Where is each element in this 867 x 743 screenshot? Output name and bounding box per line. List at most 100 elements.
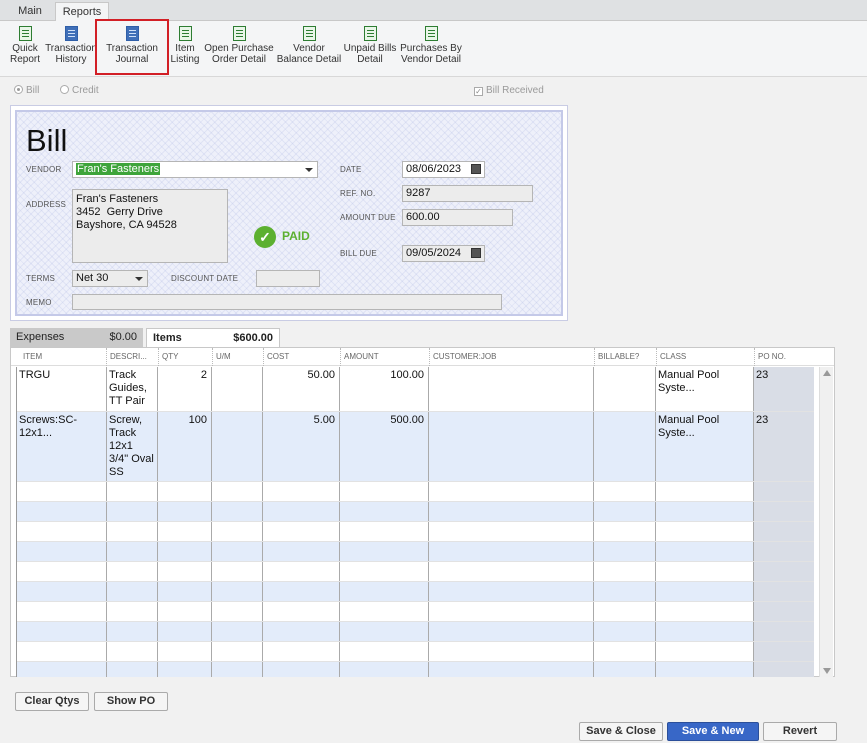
cell-cost[interactable] [263, 482, 340, 501]
cell-desc[interactable]: Screw, Track 12x1 3/4" Oval SS [107, 412, 158, 481]
cell-item[interactable] [17, 582, 107, 601]
bill-due-field[interactable]: 09/05/2024 [402, 245, 485, 262]
memo-field[interactable] [72, 294, 502, 310]
grid-scrollbar[interactable] [819, 367, 833, 677]
cell-qty[interactable] [158, 642, 212, 661]
cell-billable[interactable] [594, 562, 656, 581]
vendor-balance-detail-button[interactable]: Vendor Balance Detail [276, 24, 342, 72]
table-row[interactable] [17, 562, 814, 582]
cell-billable[interactable] [594, 602, 656, 621]
tab-items[interactable]: Items $600.00 [146, 328, 280, 348]
cell-um[interactable] [212, 542, 263, 561]
cell-amount[interactable]: 100.00 [340, 367, 429, 411]
table-row[interactable] [17, 622, 814, 642]
address-field[interactable]: Fran's Fasteners 3452 Gerry Drive Baysho… [72, 189, 228, 263]
cell-item[interactable] [17, 542, 107, 561]
cell-billable[interactable] [594, 542, 656, 561]
table-row[interactable] [17, 482, 814, 502]
cell-billable[interactable] [594, 622, 656, 641]
cell-qty[interactable]: 2 [158, 367, 212, 411]
date-field[interactable]: 08/06/2023 [402, 161, 485, 178]
clear-qtys-button[interactable]: Clear Qtys [15, 692, 89, 711]
purchases-by-vendor-detail-button[interactable]: Purchases By Vendor Detail [399, 24, 463, 72]
cell-job[interactable] [429, 622, 594, 641]
ref-no-field[interactable]: 9287 [402, 185, 533, 202]
cell-billable[interactable] [594, 522, 656, 541]
cell-qty[interactable] [158, 522, 212, 541]
cell-desc[interactable] [107, 642, 158, 661]
cell-billable[interactable] [594, 367, 656, 411]
cell-um[interactable] [212, 522, 263, 541]
cell-class[interactable] [656, 482, 754, 501]
scroll-down-icon[interactable] [823, 668, 831, 674]
cell-class[interactable] [656, 602, 754, 621]
cell-billable[interactable] [594, 662, 656, 677]
show-po-button[interactable]: Show PO [94, 692, 168, 711]
cell-job[interactable] [429, 642, 594, 661]
col-description[interactable]: DESCRI... [106, 348, 158, 366]
table-row[interactable] [17, 542, 814, 562]
col-item[interactable]: ITEM [20, 348, 106, 366]
cell-cost[interactable] [263, 602, 340, 621]
cell-class[interactable] [656, 642, 754, 661]
cell-cost[interactable] [263, 582, 340, 601]
cell-qty[interactable] [158, 542, 212, 561]
cell-qty[interactable] [158, 662, 212, 677]
cell-amount[interactable] [340, 662, 429, 677]
cell-po[interactable]: 23 [754, 367, 814, 411]
cell-desc[interactable] [107, 542, 158, 561]
cell-job[interactable] [429, 482, 594, 501]
cell-desc[interactable] [107, 622, 158, 641]
amount-due-field[interactable]: 600.00 [402, 209, 513, 226]
table-row[interactable] [17, 642, 814, 662]
cell-amount[interactable]: 500.00 [340, 412, 429, 481]
col-class[interactable]: CLASS [656, 348, 754, 366]
col-customer-job[interactable]: CUSTOMER:JOB [429, 348, 594, 366]
cell-cost[interactable] [263, 502, 340, 521]
cell-item[interactable] [17, 662, 107, 677]
cell-cost[interactable] [263, 662, 340, 677]
table-row[interactable] [17, 602, 814, 622]
cell-po[interactable]: 23 [754, 412, 814, 481]
cell-class[interactable]: Manual Pool Syste... [656, 367, 754, 411]
table-row[interactable] [17, 522, 814, 542]
cell-item[interactable]: Screws:SC-12x1... [17, 412, 107, 481]
discount-date-field[interactable] [256, 270, 320, 287]
cell-class[interactable] [656, 542, 754, 561]
cell-po[interactable] [754, 562, 814, 581]
cell-item[interactable] [17, 502, 107, 521]
cell-class[interactable] [656, 562, 754, 581]
calendar-icon[interactable] [471, 248, 481, 258]
cell-item[interactable] [17, 562, 107, 581]
credit-radio[interactable]: Credit [60, 85, 99, 96]
cell-job[interactable] [429, 542, 594, 561]
cell-amount[interactable] [340, 522, 429, 541]
cell-po[interactable] [754, 662, 814, 677]
scroll-up-icon[interactable] [823, 370, 831, 376]
cell-po[interactable] [754, 482, 814, 501]
cell-class[interactable]: Manual Pool Syste... [656, 412, 754, 481]
chevron-down-icon[interactable] [305, 168, 313, 172]
cell-qty[interactable] [158, 622, 212, 641]
cell-amount[interactable] [340, 542, 429, 561]
save-new-button[interactable]: Save & New [667, 722, 759, 741]
cell-billable[interactable] [594, 502, 656, 521]
cell-billable[interactable] [594, 582, 656, 601]
save-close-button[interactable]: Save & Close [579, 722, 663, 741]
cell-um[interactable] [212, 622, 263, 641]
cell-cost[interactable] [263, 522, 340, 541]
cell-item[interactable] [17, 622, 107, 641]
cell-um[interactable] [212, 642, 263, 661]
transaction-journal-button[interactable]: Transaction Journal [95, 19, 169, 75]
table-row[interactable]: Screws:SC-12x1... Screw, Track 12x1 3/4" … [17, 412, 814, 482]
item-listing-button[interactable]: Item Listing [168, 24, 202, 72]
cell-item[interactable] [17, 602, 107, 621]
chevron-down-icon[interactable] [135, 277, 143, 281]
cell-job[interactable] [429, 412, 594, 481]
cell-desc[interactable] [107, 582, 158, 601]
tab-reports[interactable]: Reports [55, 2, 109, 21]
cell-po[interactable] [754, 522, 814, 541]
cell-um[interactable] [212, 602, 263, 621]
cell-um[interactable] [212, 502, 263, 521]
cell-po[interactable] [754, 582, 814, 601]
